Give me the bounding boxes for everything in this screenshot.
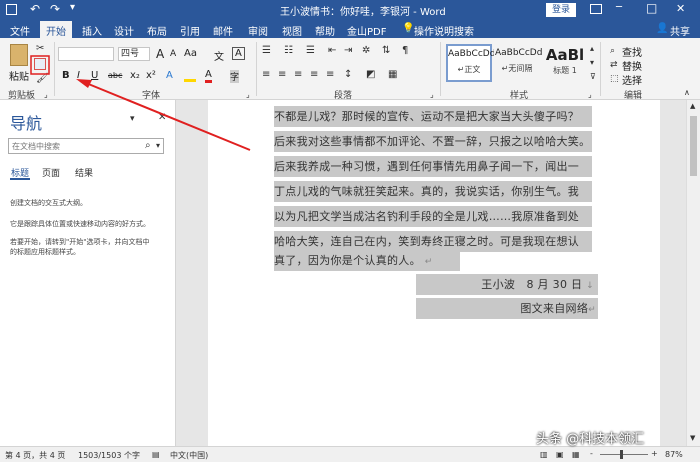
annotation-arrow-line [85, 82, 251, 151]
language[interactable]: 中文(中国) [170, 450, 208, 461]
proofing-icon[interactable]: ▤ [152, 450, 160, 459]
page-count[interactable]: 第 4 页，共 4 页 [5, 450, 65, 461]
zoom-out-button[interactable]: - [590, 449, 593, 458]
zoom-slider[interactable] [600, 454, 648, 455]
annotation-arrow-head [76, 79, 92, 88]
zoom-level[interactable]: 87% [665, 450, 683, 459]
annotation-highlight-box [30, 55, 50, 75]
status-bar: 第 4 页，共 4 页 1503/1503 个字 ▤ 中文(中国) ▥ ▣ ▦ … [0, 446, 700, 462]
zoom-slider-thumb[interactable] [620, 450, 623, 459]
print-layout-icon[interactable]: ▣ [556, 450, 564, 459]
zoom-in-button[interactable]: + [651, 449, 658, 458]
read-mode-icon[interactable]: ▥ [540, 450, 548, 459]
watermark: 头条 @科技本领汇 [536, 432, 645, 447]
web-layout-icon[interactable]: ▦ [572, 450, 580, 459]
word-count[interactable]: 1503/1503 个字 [78, 450, 140, 461]
annotation-arrow [30, 55, 251, 151]
